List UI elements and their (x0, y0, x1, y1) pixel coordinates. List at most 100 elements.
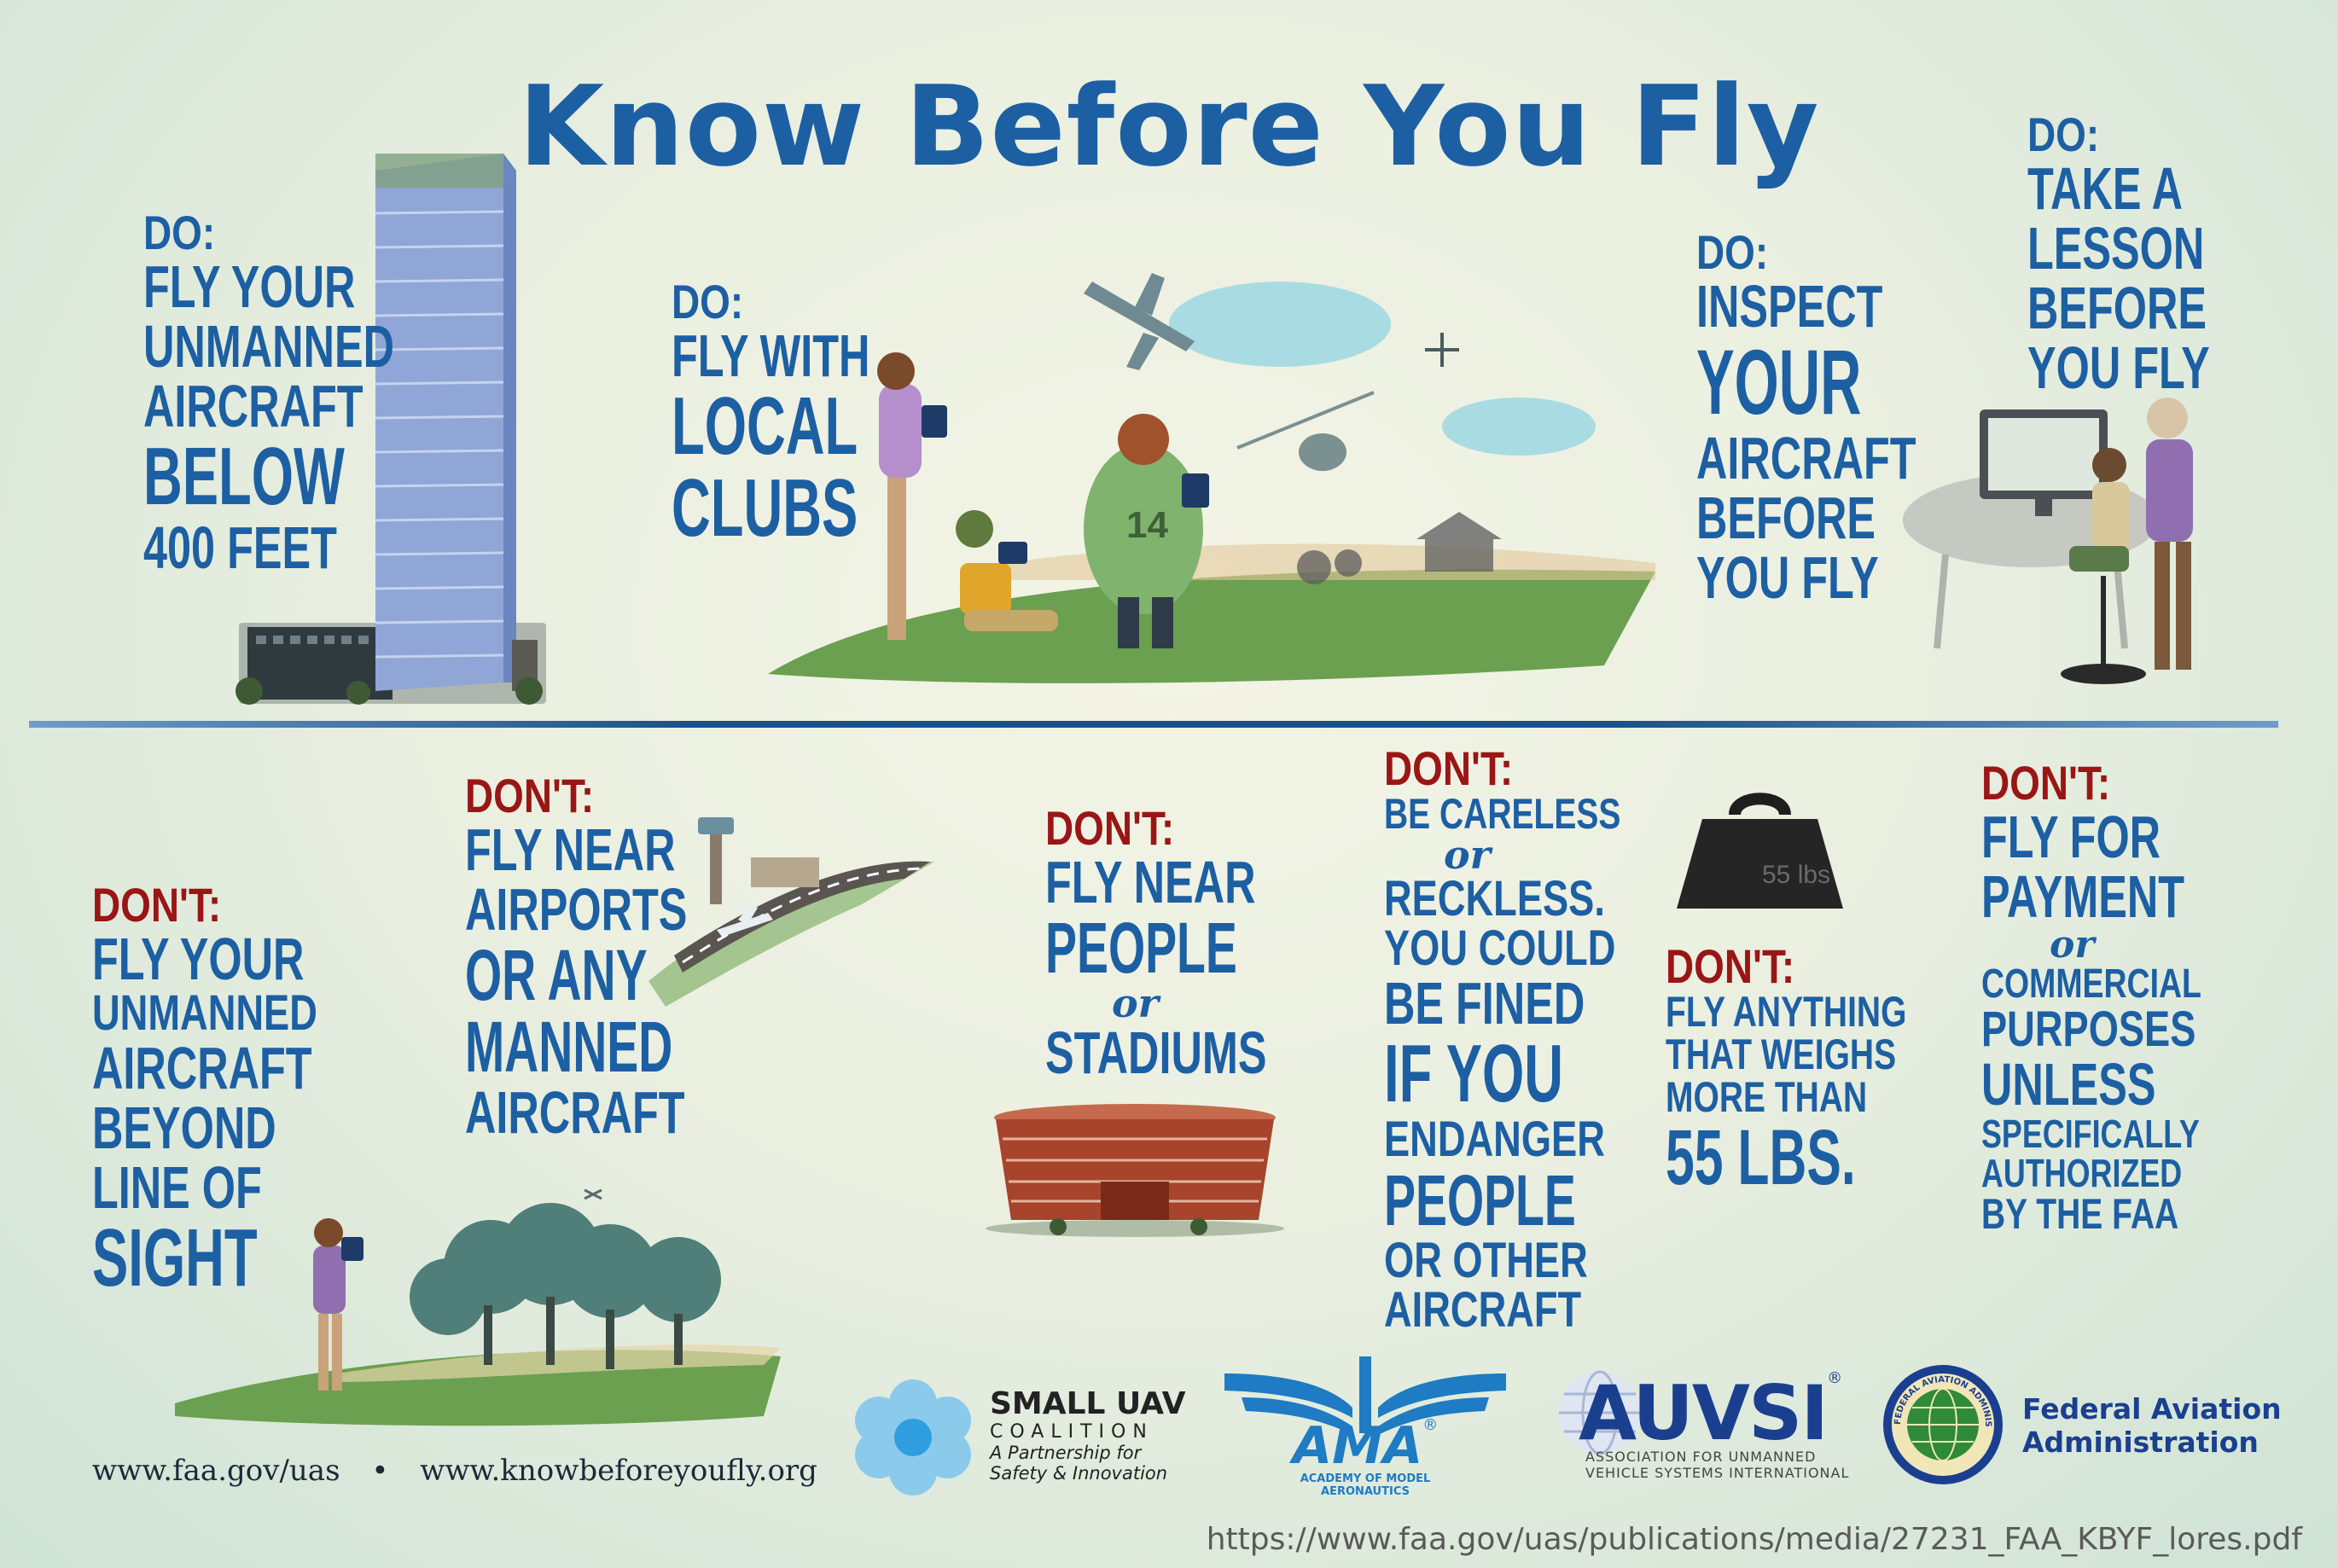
do-line: INSPECT (1696, 273, 1883, 340)
knowbeforeyoufly-link[interactable]: www.knowbeforeyoufly.org (420, 1454, 817, 1488)
do-line: LOCAL (672, 380, 858, 472)
dont-line: MANNED (465, 1007, 673, 1087)
section-divider (29, 721, 2278, 728)
small-uav-coalition-logo: SMALL UAV COALITION A Partnership for Sa… (990, 1386, 1185, 1484)
do-line: FLY WITH (672, 322, 870, 389)
small-uav-name: SMALL UAV (990, 1386, 1186, 1421)
dont-line: PEOPLE (1384, 1160, 1576, 1240)
do-line: YOU FLY (2027, 334, 2210, 401)
do-line: YOU FLY (1696, 544, 1879, 611)
dont-label: DON'T: (1981, 756, 2111, 810)
dont-line: SPECIFICALLY (1981, 1112, 2200, 1156)
dont-line: AUTHORIZED (1981, 1151, 2183, 1195)
dont-line: FLY FOR (1981, 804, 2161, 870)
faa-logo: Federal Aviation Administration (2022, 1392, 2282, 1459)
dont-line: 55 LBS. (1666, 1114, 1856, 1201)
do-line: 400 FEET (143, 514, 337, 581)
or-word: or (1444, 832, 1491, 878)
dont-line: UNMANNED (92, 985, 317, 1041)
do-label: DO: (672, 275, 744, 328)
ama-subtitle: ACADEMY OF MODEL AERONAUTICS (1300, 1472, 1431, 1498)
dont-line: FLY YOUR (92, 926, 305, 992)
do-line: LESSON (2027, 215, 2205, 282)
dont-line: PURPOSES (1981, 1002, 2196, 1057)
dont-line: BE CARELESS (1384, 790, 1621, 838)
dont-line: THAT WEIGHS (1666, 1031, 1897, 1078)
do-label: DO: (1696, 225, 1769, 279)
do-block-inspect-aircraft: DO: INSPECT YOUR AIRCRAFT BEFORE YOU FLY (1696, 225, 2002, 611)
dont-line: SIGHT (92, 1212, 258, 1304)
dont-label: DON'T: (1384, 741, 1514, 795)
weight-label: 55 lbs (1762, 861, 1830, 889)
jersey-number: 14 (1126, 504, 1168, 546)
faa-uas-link[interactable]: www.faa.gov/uas (92, 1454, 340, 1488)
do-line: TAKE A (2027, 155, 2183, 222)
faa-name-line2: Administration (2022, 1426, 2259, 1459)
do-line: BEFORE (2027, 275, 2207, 341)
dont-line: YOU COULD (1384, 920, 1616, 976)
do-line: BELOW (143, 431, 345, 522)
weight-illustration: 55 lbs (1677, 793, 1843, 909)
dont-block-payment: DON'T: FLY FOR PAYMENT or COMMERCIAL PUR… (1981, 756, 2264, 1238)
dont-line: FLY ANYTHING (1666, 988, 1907, 1036)
dont-line: MORE THAN (1666, 1073, 1868, 1121)
dont-line: BY THE FAA (1981, 1190, 2179, 1238)
dont-line: AIRCRAFT (1384, 1282, 1582, 1338)
dont-line: FLY NEAR (1045, 849, 1256, 915)
dont-line: LINE OF (92, 1154, 262, 1221)
auvsi-subtitle-2: VEHICLE SYSTEMS INTERNATIONAL (1585, 1465, 1850, 1481)
small-uav-coalition: COALITION (990, 1421, 1154, 1443)
do-line: BEFORE (1696, 485, 1876, 551)
dont-line: BE FINED (1384, 970, 1585, 1037)
ama-reg: ® (1422, 1416, 1439, 1434)
dont-line: STADIUMS (1045, 1019, 1267, 1086)
dont-block-line-of-sight: DON'T: FLY YOUR UNMANNED AIRCRAFT BEYOND… (92, 881, 398, 1299)
dont-line: PEOPLE (1045, 908, 1237, 988)
dont-label: DON'T: (465, 769, 595, 822)
dont-block-careless: DON'T: BE CARELESS or RECKLESS. YOU COUL… (1384, 745, 1688, 1335)
dont-line: UNLESS (1981, 1051, 2156, 1118)
or-word: or (1112, 980, 1159, 1026)
dont-line: PAYMENT (1981, 863, 2185, 930)
dont-label: DON'T: (92, 878, 222, 932)
dont-block-people-stadiums: DON'T: FLY NEAR PEOPLE or STADIUMS (1045, 804, 1352, 1083)
do-label: DO: (143, 206, 216, 259)
faa-name-line1: Federal Aviation (2022, 1392, 2282, 1426)
faa-seal-icon: FEDERAL AVIATION ADMINISTRATION (1878, 1356, 2003, 1484)
do-line: FLY YOUR (143, 253, 356, 320)
source-url[interactable]: https://www.faa.gov/uas/publications/med… (1207, 1522, 2302, 1557)
dont-label: DON'T: (1045, 801, 1175, 855)
do-block-below-400-feet: DO: FLY YOUR UNMANNED AIRCRAFT BELOW 400… (143, 209, 491, 578)
dont-line: COMMERCIAL (1981, 961, 2201, 1007)
do-line: UNMANNED (143, 313, 394, 380)
do-block-take-lesson: DO: TAKE A LESSON BEFORE YOU FLY (2027, 111, 2281, 398)
dont-label: DON'T: (1666, 939, 1795, 993)
footer-links: www.faa.gov/uas • www.knowbeforeyoufly.o… (92, 1454, 817, 1488)
do-block-local-clubs: DO: FLY WITH LOCAL CLUBS (672, 278, 954, 549)
do-line: YOUR (1696, 330, 1862, 433)
do-line: AIRCRAFT (143, 373, 363, 439)
small-uav-tagline-2: Safety & Innovation (990, 1463, 1168, 1484)
dont-line: RECKLESS. (1384, 871, 1605, 926)
small-uav-coalition-logo-icon (855, 1379, 971, 1495)
dont-block-55-lbs: DON'T: FLY ANYTHING THAT WEIGHS MORE THA… (1666, 939, 1975, 1201)
auvsi-subtitle-1: ASSOCIATION FOR UNMANNED (1585, 1449, 1817, 1465)
dont-line: OR ANY (465, 935, 648, 1015)
dont-line: AIRPORTS (465, 876, 688, 943)
ama-name: AMA (1292, 1416, 1423, 1476)
dont-line: AIRCRAFT (465, 1079, 685, 1146)
dont-line: OR OTHER (1384, 1233, 1588, 1288)
do-line: AIRCRAFT (1696, 425, 1916, 491)
dont-line: ENDANGER (1384, 1112, 1605, 1167)
or-word: or (2050, 923, 2095, 967)
dont-block-airports: DON'T: FLY NEAR AIRPORTS OR ANY MANNED A… (465, 769, 780, 1146)
do-label: DO: (2027, 107, 2100, 161)
dont-line: BEYOND (92, 1095, 276, 1161)
stadium-illustration (986, 1104, 1284, 1237)
ama-logo: AMA® ACADEMY OF MODEL AERONAUTICS (1254, 1416, 1476, 1498)
auvsi-name: AUVSI (1579, 1369, 1829, 1457)
dont-line: AIRCRAFT (92, 1035, 312, 1101)
auvsi-reg: ® (1827, 1369, 1843, 1387)
dont-line: FLY NEAR (465, 816, 676, 883)
auvsi-logo: AUVSI® ASSOCIATION FOR UNMANNED VEHICLE … (1579, 1369, 1849, 1481)
